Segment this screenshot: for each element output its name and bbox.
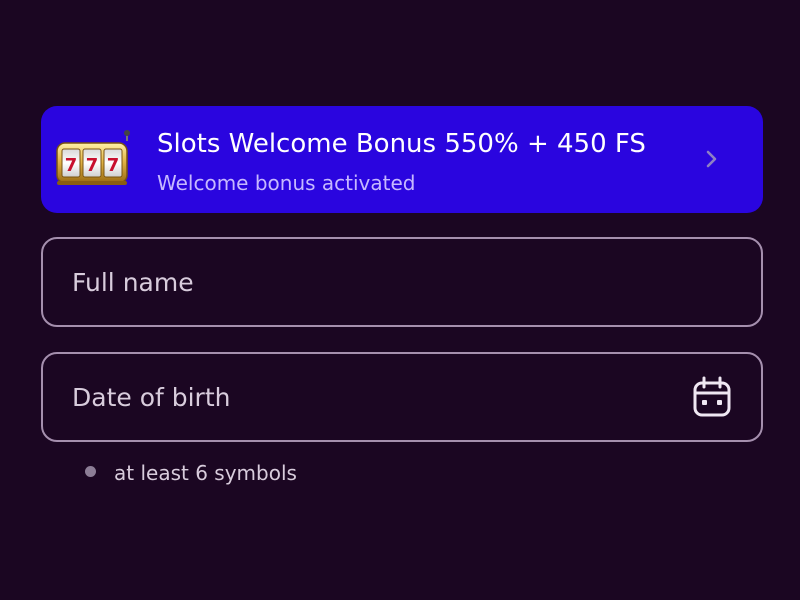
date-of-birth-field[interactable] — [41, 352, 763, 442]
bonus-title: Slots Welcome Bonus 550% + 450 FS — [157, 129, 646, 159]
hint-bullet-icon — [85, 466, 96, 477]
chevron-right-icon[interactable] — [699, 147, 723, 171]
hint-text: at least 6 symbols — [114, 461, 297, 485]
full-name-field[interactable] — [41, 237, 763, 327]
welcome-bonus-card[interactable]: 7 7 7 Slots Welcome Bonus 550% + 450 FS … — [41, 106, 763, 213]
calendar-icon[interactable] — [692, 376, 732, 418]
slot-machine-icon: 7 7 7 — [56, 130, 130, 185]
svg-text:7: 7 — [86, 155, 99, 176]
svg-text:7: 7 — [65, 155, 78, 176]
date-of-birth-input[interactable] — [72, 354, 672, 440]
full-name-input[interactable] — [72, 239, 672, 325]
bonus-status: Welcome bonus activated — [157, 171, 416, 195]
svg-text:7: 7 — [107, 155, 120, 176]
